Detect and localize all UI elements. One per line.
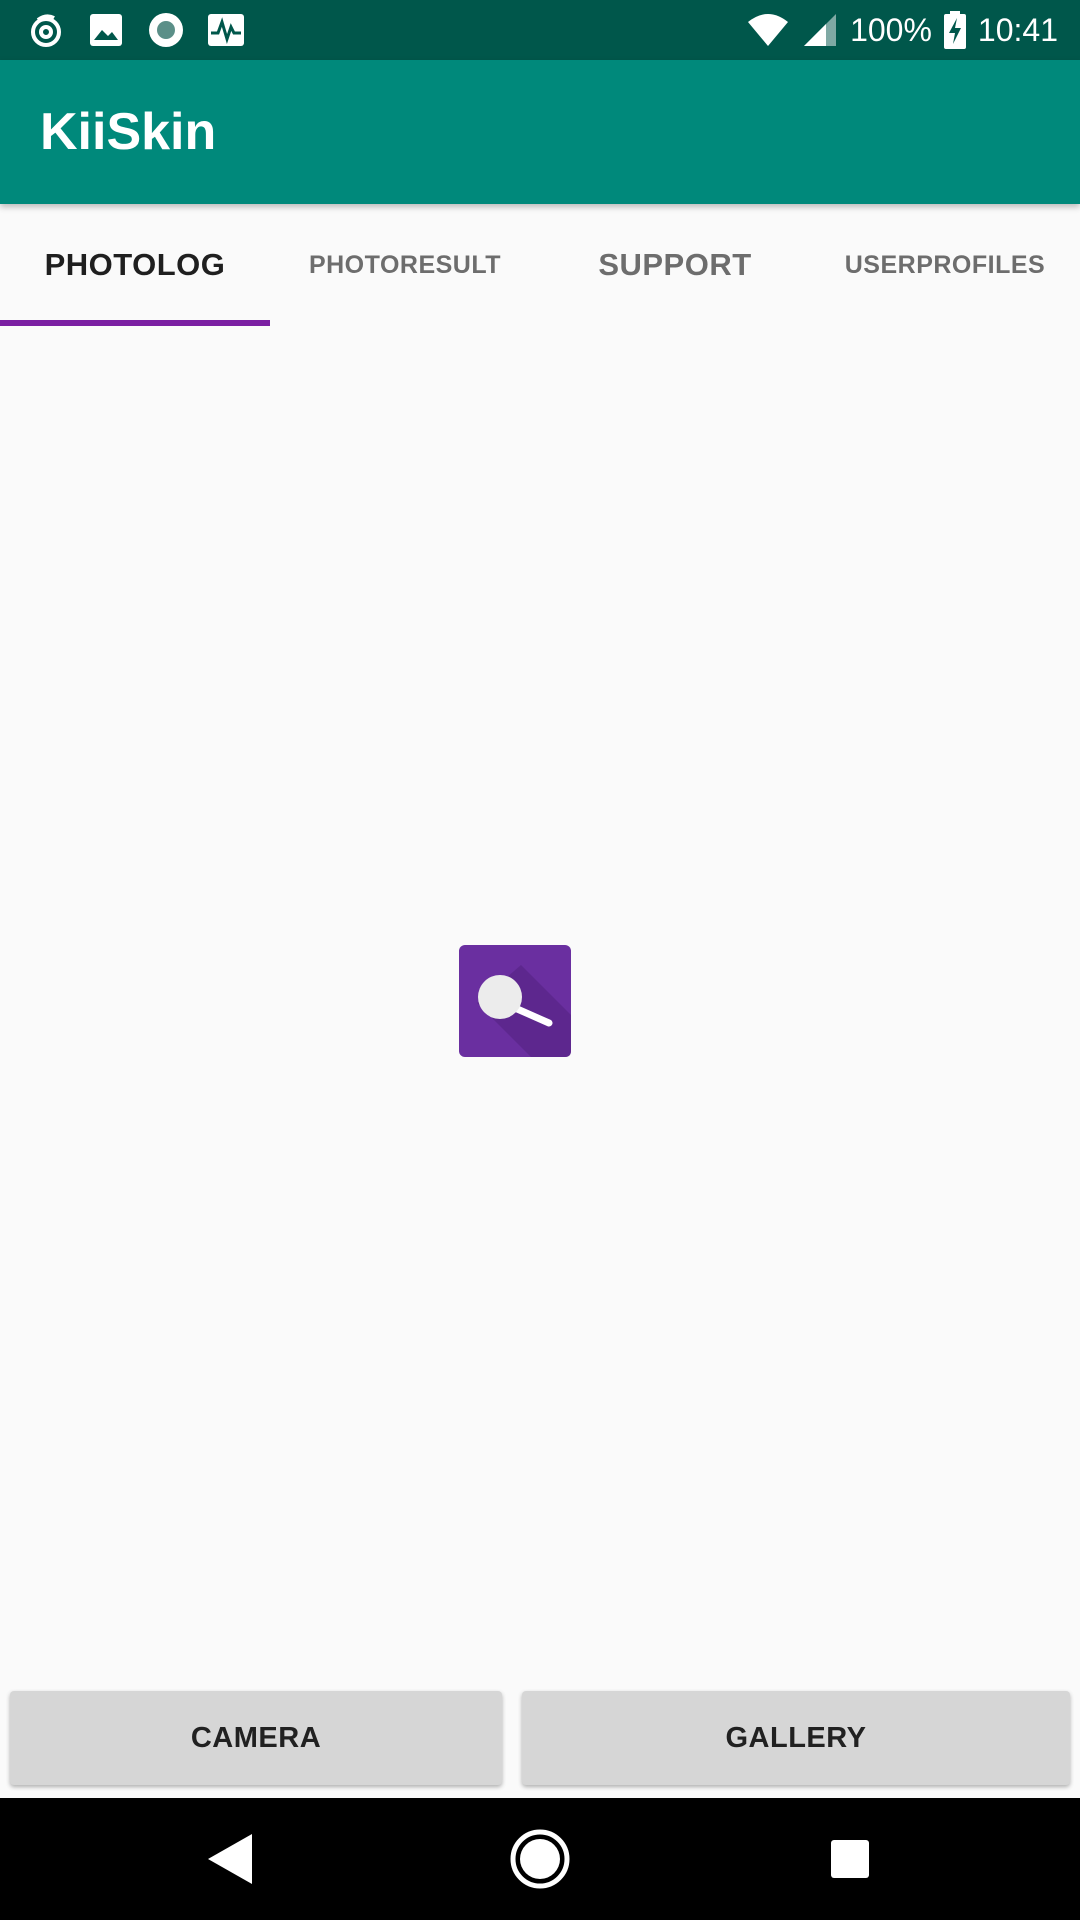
battery-charging-icon — [943, 11, 966, 49]
back-icon[interactable] — [195, 1824, 265, 1894]
record-notification-icon — [146, 10, 186, 50]
app-title: KiiSkin — [40, 103, 217, 161]
app-bar: KiiSkin — [0, 60, 1080, 204]
tab-support[interactable]: SUPPORT — [540, 204, 810, 326]
status-bar: 100% 10:41 — [0, 0, 1080, 60]
screen: 100% 10:41 KiiSkin PHOTOLOG PHOTORESULT … — [0, 0, 1080, 1920]
clock: 10:41 — [977, 11, 1058, 48]
system-status: 100% 10:41 — [746, 0, 1058, 60]
magnifier-app-icon — [459, 945, 571, 1057]
sync-notification-icon — [26, 10, 66, 50]
battery-percent: 100% — [850, 11, 932, 48]
cellular-signal-icon — [802, 12, 838, 48]
wifi-icon — [746, 12, 790, 48]
image-notification-icon — [86, 10, 126, 50]
tab-bar: PHOTOLOG PHOTORESULT SUPPORT USERPROFILE… — [0, 204, 1080, 326]
activity-notification-icon — [206, 10, 246, 50]
home-icon[interactable] — [505, 1824, 575, 1894]
tab-userprofiles[interactable]: USERPROFILES — [810, 204, 1080, 326]
recents-icon[interactable] — [815, 1824, 885, 1894]
tab-photoresult[interactable]: PHOTORESULT — [270, 204, 540, 326]
navigation-bar — [0, 1798, 1080, 1920]
gallery-button[interactable]: GALLERY — [522, 1691, 1070, 1785]
tab-photolog[interactable]: PHOTOLOG — [0, 204, 270, 326]
notification-icons — [26, 10, 246, 50]
camera-button[interactable]: CAMERA — [10, 1691, 502, 1785]
